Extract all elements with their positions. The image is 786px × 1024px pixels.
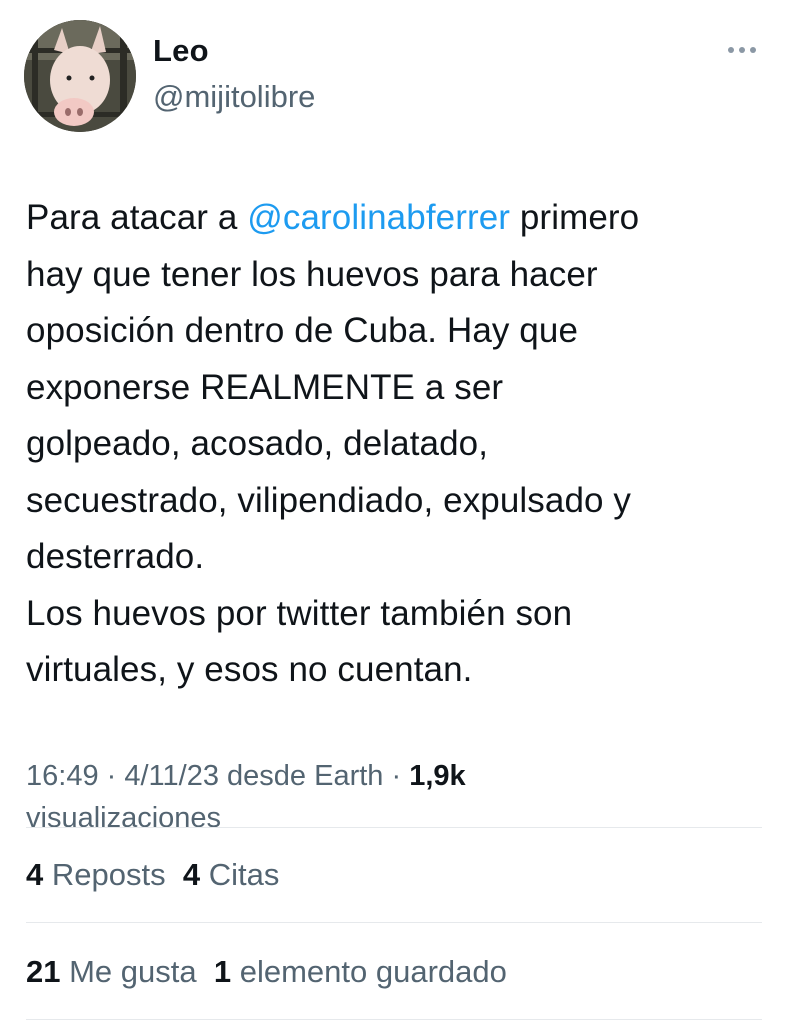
tweet-text-rest: primero hay que tener los huevos para ha… [26, 198, 640, 689]
divider [26, 1019, 762, 1020]
tweet-source: desde Earth [218, 760, 384, 792]
author-name[interactable]: Leo [153, 33, 209, 69]
reposts-link[interactable]: 4 Reposts [26, 857, 166, 892]
more-dot [739, 47, 745, 53]
reposts-label: Reposts [51, 857, 166, 892]
tweet-date[interactable]: 4/11/23 [124, 760, 219, 792]
views-count: 1,9k [409, 760, 466, 792]
tweet-time[interactable]: 16:49 [26, 760, 99, 792]
bookmarks-label: elemento guardado [239, 954, 507, 989]
likes-link[interactable]: 21 Me gusta [26, 954, 197, 989]
divider [26, 827, 762, 828]
bookmarks-link[interactable]: 1 elemento guardado [214, 954, 507, 989]
meta-separator: · [383, 760, 410, 792]
views-label: visualizaciones [26, 802, 222, 834]
avatar[interactable] [24, 20, 136, 132]
more-dot [728, 47, 734, 53]
more-options-icon[interactable] [722, 38, 762, 62]
meta-separator: · [98, 760, 125, 792]
author-handle[interactable]: @mijitolibre [153, 79, 315, 115]
more-dot [750, 47, 756, 53]
quotes-count: 4 [182, 857, 201, 892]
reposts-quotes-row: 4 Reposts 4 Citas [26, 857, 279, 893]
likes-label: Me gusta [69, 954, 197, 989]
likes-bookmarks-row: 21 Me gusta 1 elemento guardado [26, 954, 507, 990]
bookmarks-count: 1 [213, 954, 232, 989]
quotes-link[interactable]: 4 Citas [183, 857, 280, 892]
mention-link[interactable]: @carolinabferrer [247, 198, 510, 237]
tweet-text: Para atacar a @carolinabferrer primero h… [26, 190, 766, 699]
pig-avatar-image [24, 20, 136, 132]
tweet-text-start: Para atacar a [26, 198, 248, 237]
divider [26, 922, 762, 923]
quotes-label: Citas [208, 857, 280, 892]
likes-count: 21 [26, 954, 61, 989]
reposts-count: 4 [26, 857, 44, 892]
